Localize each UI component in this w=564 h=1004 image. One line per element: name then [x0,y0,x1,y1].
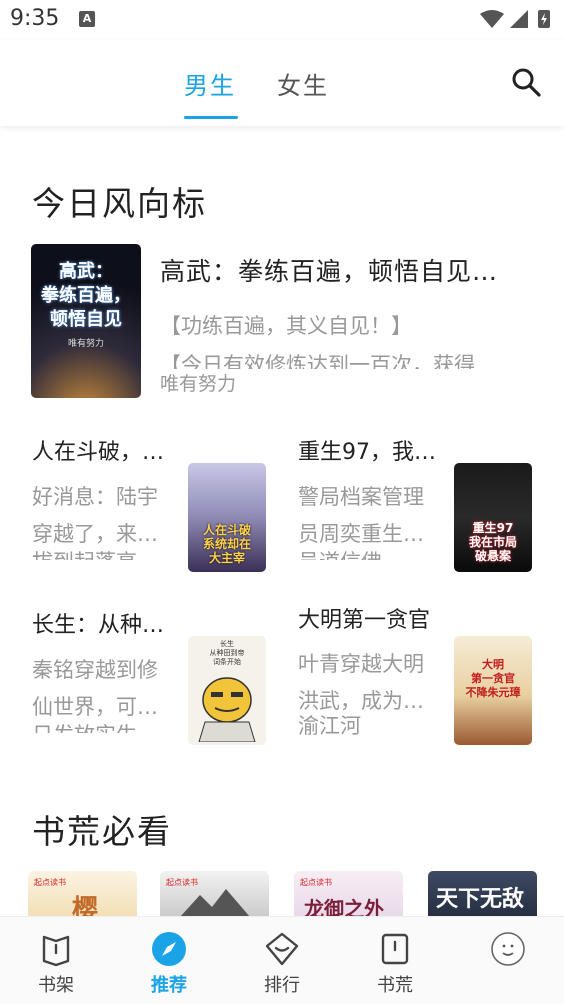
bottom-nav: 书架 推荐 排行 书荒 [0,916,564,1004]
section-title-wind: 今日风向标 [32,184,207,223]
tab-female[interactable]: 女生 [277,66,329,101]
cover-badge: 起点读书 [34,878,66,887]
cover-line: 重生97 [472,521,514,535]
book-desc: 仙世界，可… [32,695,158,719]
nav-label: 推荐 [151,975,187,996]
book-title: 大明第一贪官 [298,608,431,633]
cover-author: 唯有努力 [67,339,104,349]
cover-line: 拳练百遍， [41,285,131,306]
section-title-must-read: 书荒必看 [32,812,172,851]
nav-profile[interactable] [468,917,548,1004]
featured-book-desc: 【功练百遍，其义自见！】 [160,314,412,338]
book-desc: 员周奕重生… [298,522,424,546]
book-title: 人在斗破，… [32,440,165,465]
top-tab-bar: 男生 女生 [0,40,564,126]
book-desc: 叶青穿越大明 [298,652,424,676]
book-desc: 渝江河 [298,714,361,738]
book-desc: 员道信佛 [298,546,382,560]
book-desc: 拔到起蓬高 [32,546,137,560]
notification-icon: A [79,11,95,27]
nav-label: 书架 [38,975,74,996]
cover-line: 大明 [482,658,504,671]
nav-label: 排行 [264,975,300,996]
book-title: 长生：从种… [32,613,165,638]
book-cover: 大明 第一贪官 不降朱元璋 [454,636,532,745]
book-cover: 人在斗破 系统却在 大主宰 [188,463,266,572]
status-time: 9:35 [10,6,60,31]
compass-icon [152,932,186,966]
status-bar: 9:35 A [0,0,564,40]
nav-bookshelf[interactable]: 书架 [16,917,96,1004]
book-desc: 好消息：陆宇 [32,485,158,509]
cover-line: 顿悟自见 [50,309,122,330]
cover-line: 长生 [220,640,234,648]
featured-book-cover: 高武： 拳练百遍， 顿悟自见 唯有努力 [31,244,141,398]
cover-line: 我在市局 [468,535,517,549]
featured-book-author: 唯有努力 [160,373,237,395]
nav-recommend[interactable]: 推荐 [129,917,209,1004]
cover-line: 词条开始 [213,658,241,666]
cover-line: 高武： [59,261,113,282]
tab-male[interactable]: 男生 [184,66,236,101]
cover-title: 天下无敌 [436,887,525,912]
featured-book-desc: 【今日有效修炼达到一百次，获得 [160,353,475,369]
book-open-icon [42,935,70,967]
book-desc: 警局档案管理 [298,485,424,509]
book-desc: 穿越了，来… [32,522,158,546]
cover-line: 系统却在 [202,537,251,551]
ranking-icon [265,932,299,966]
book-desc: 日发放实生 [32,719,137,733]
nav-ranking[interactable]: 排行 [242,917,322,1004]
nav-book-famine[interactable]: 书荒 [355,917,435,1004]
cover-badge: 起点读书 [300,878,332,887]
wifi-icon [480,10,504,28]
status-icons [480,10,550,28]
signal-icon [510,10,528,28]
cover-line: 破悬案 [474,549,511,563]
nav-label: 书荒 [377,975,413,996]
cover-line: 从种田到帝 [209,649,245,657]
book-title: 重生97，我… [298,440,436,465]
book-cover: 长生 从种田到帝 词条开始 [188,636,266,745]
featured-book-title: 高武：拳练百遍，顿悟自见… [160,257,499,286]
search-icon[interactable] [510,66,542,98]
book-desc: 秦铭穿越到修 [32,658,158,682]
book-cover: 重生97 我在市局 破悬案 [454,463,532,572]
tab-indicator [184,116,238,119]
cover-line: 人在斗破 [202,523,251,537]
cover-line: 不降朱元璋 [465,686,521,699]
cover-line: 大主宰 [208,551,245,565]
mountain-icon [180,889,250,917]
cartoon-face-icon [198,677,256,742]
book-icon [381,933,409,965]
cover-line: 第一贪官 [471,672,515,685]
avatar-icon [491,932,525,966]
